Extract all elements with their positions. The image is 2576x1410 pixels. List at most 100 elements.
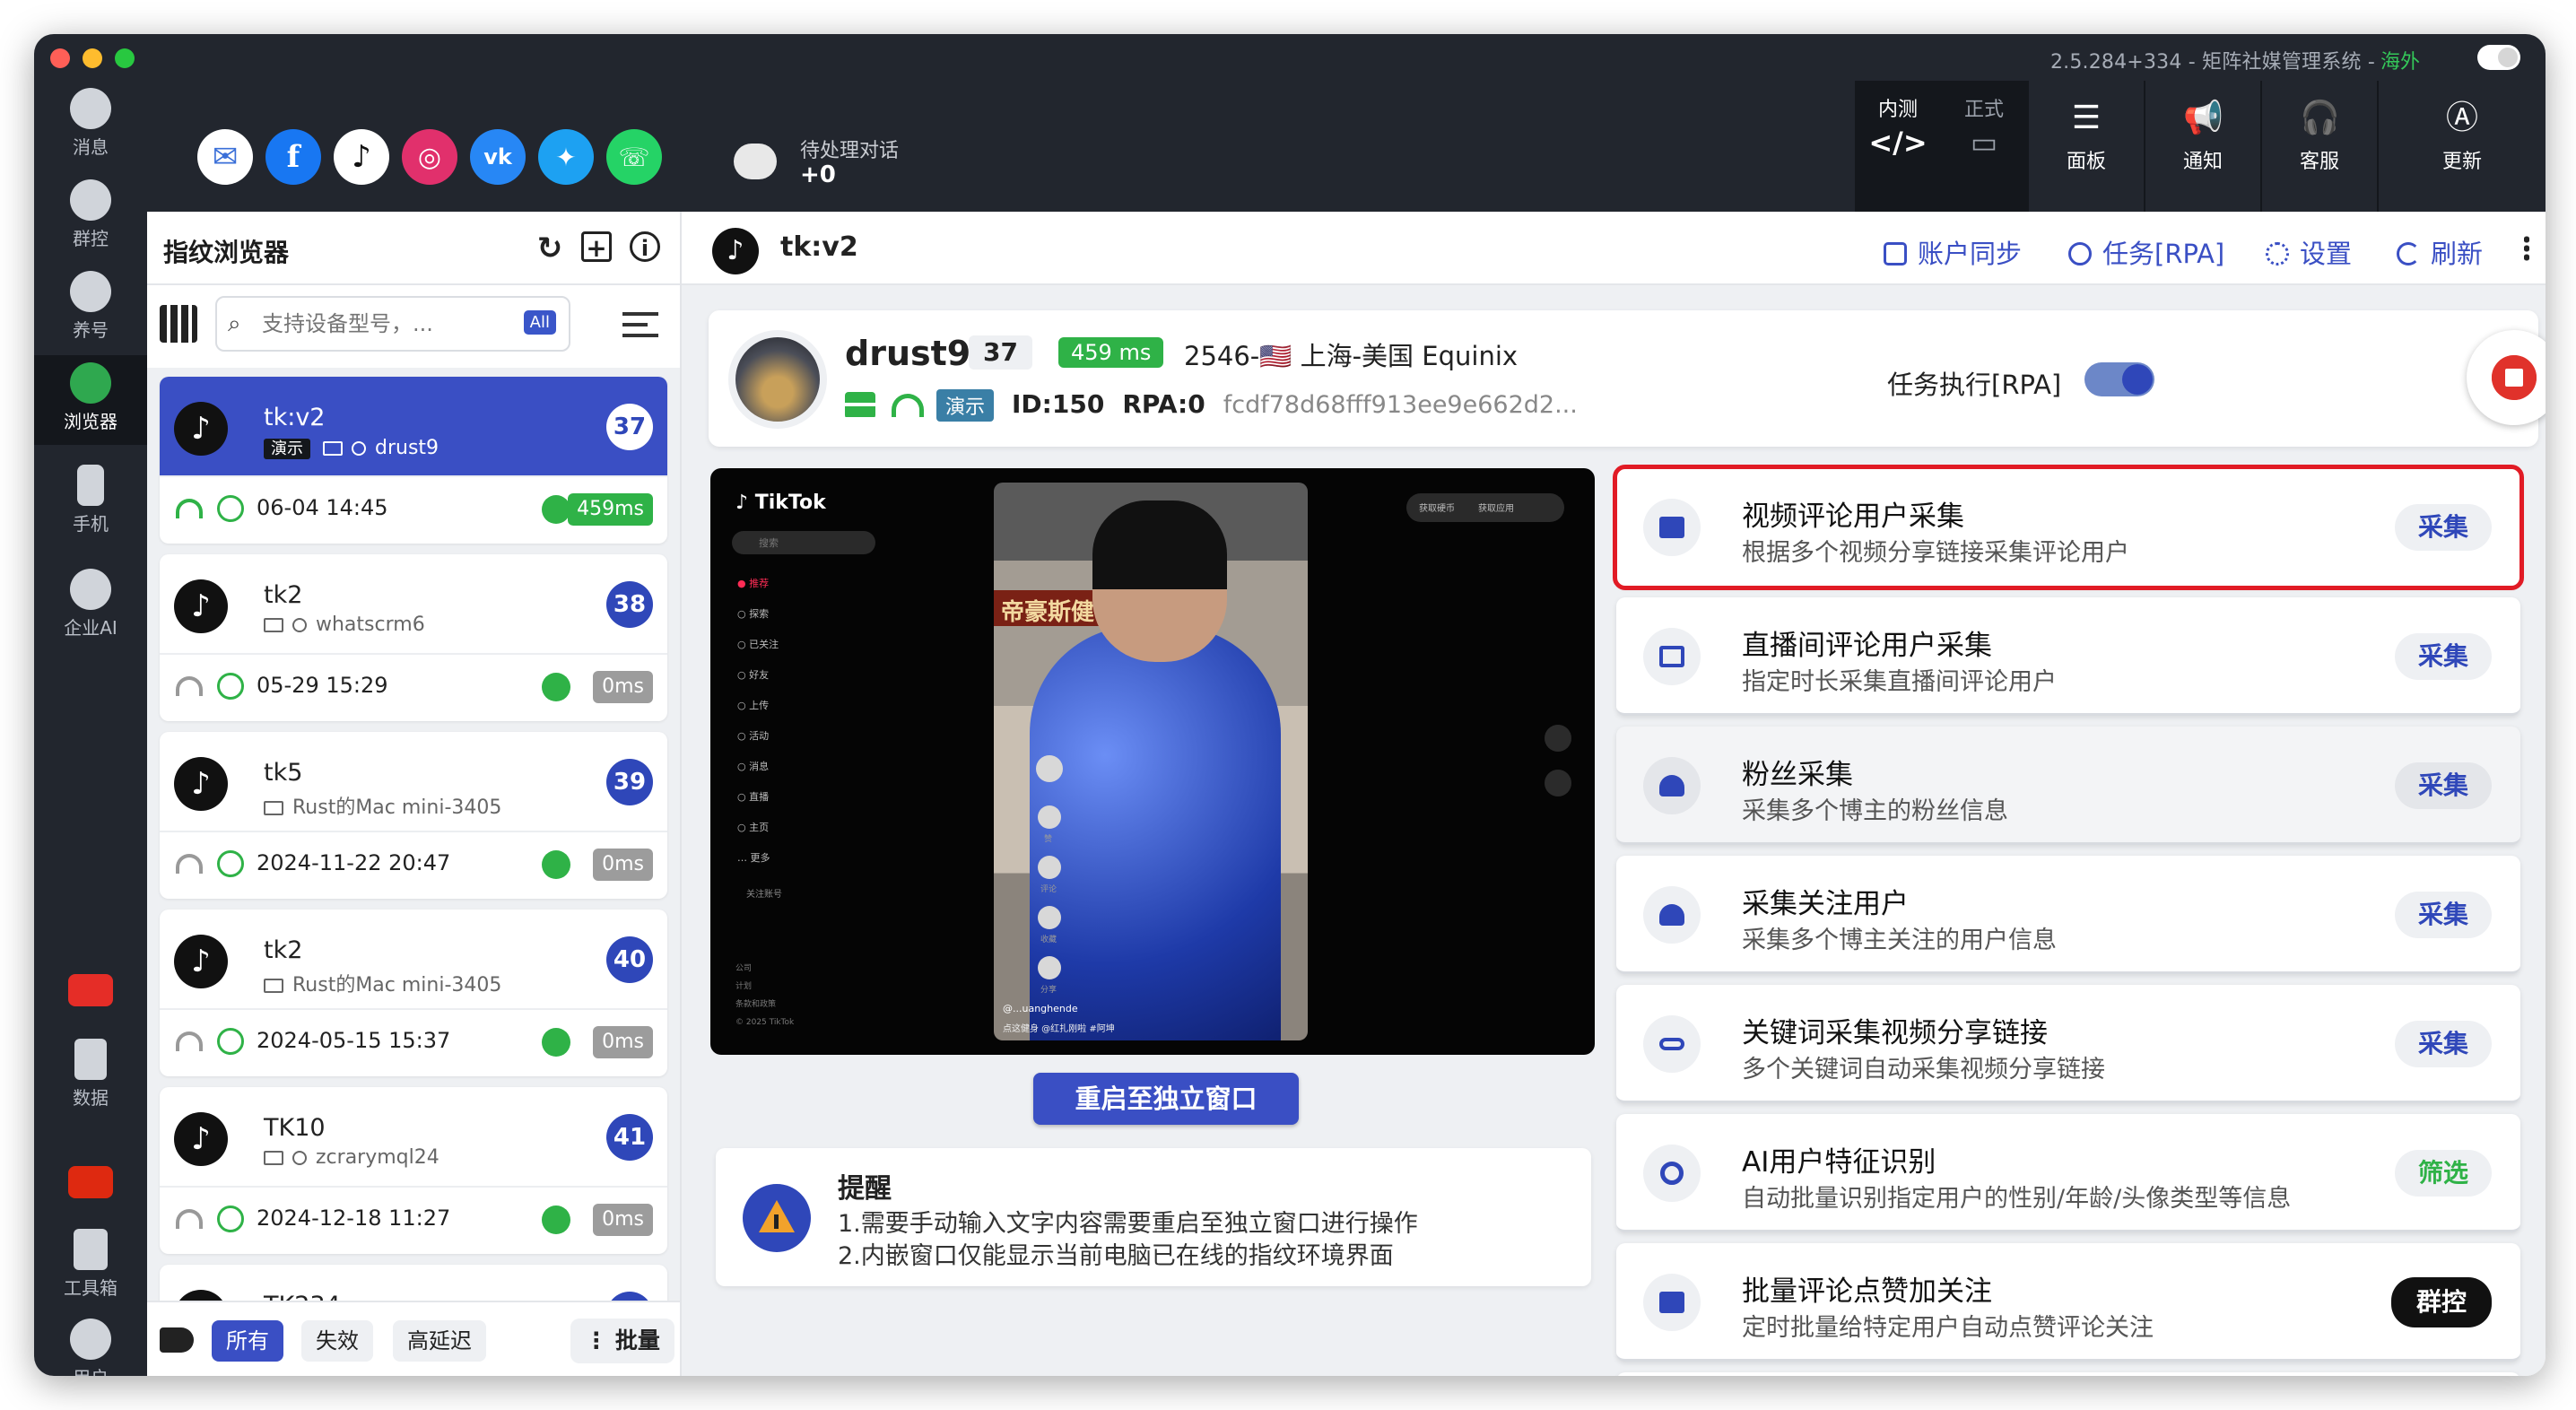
- nav-item-live[interactable]: ○ 直播: [737, 782, 779, 813]
- collect-button[interactable]: 采集: [2395, 762, 2492, 809]
- comment-icon[interactable]: [1038, 856, 1061, 879]
- chevron-up-icon[interactable]: [1545, 725, 1571, 752]
- maximize-window-button[interactable]: [115, 48, 135, 68]
- support-button[interactable]: 🎧 客服: [2260, 81, 2377, 212]
- twitter-icon[interactable]: ✦: [538, 129, 594, 185]
- group-control-button[interactable]: 群控: [2391, 1277, 2492, 1327]
- check-icon: [217, 850, 244, 877]
- close-window-button[interactable]: [50, 48, 70, 68]
- collect-button[interactable]: 采集: [2395, 892, 2492, 938]
- rail-item-nurture[interactable]: 养号: [34, 264, 147, 353]
- nav-item-more[interactable]: … 更多: [737, 843, 779, 874]
- filter-all-button[interactable]: 所有: [212, 1320, 283, 1362]
- rail-item-group-control[interactable]: 群控: [34, 172, 147, 262]
- filter-invalid-button[interactable]: 失效: [301, 1320, 373, 1362]
- account-sync-link[interactable]: 账户同步: [1884, 233, 2022, 271]
- account-card[interactable]: ♪ tk5 Rust的Mac mini-3405 39 2024-11-22 2…: [160, 732, 667, 899]
- account-card[interactable]: ♪ tk2 whatscrm6 38 05-29 15:29 0ms: [160, 554, 667, 721]
- account-card[interactable]: ♪ TK10 zcrarymql24 41 2024-12-18 11:27 0…: [160, 1087, 667, 1254]
- nav-item-messages[interactable]: ○ 消息: [737, 752, 779, 782]
- footer-link[interactable]: 公司: [735, 960, 794, 978]
- nav-item-profile[interactable]: ○ 主页: [737, 813, 779, 843]
- facebook-icon[interactable]: f: [265, 129, 321, 185]
- collect-button[interactable]: 采集: [2395, 633, 2492, 680]
- bookmark-icon[interactable]: [1038, 906, 1061, 929]
- filter-button[interactable]: 筛选: [2395, 1150, 2492, 1197]
- rail-item-browser[interactable]: 浏览器: [34, 355, 147, 445]
- task-rpa-link[interactable]: 任务[RPA]: [2068, 233, 2224, 271]
- mail-icon[interactable]: ✉: [197, 129, 253, 185]
- nav-item-explore[interactable]: ○ 探索: [737, 599, 779, 630]
- task-card-live-comments[interactable]: 直播间评论用户采集 指定时长采集直播间评论用户 采集: [1616, 597, 2520, 716]
- account-card[interactable]: ♪ tk2 Rust的Mac mini-3405 40 2024-05-15 1…: [160, 910, 667, 1076]
- tag-icon[interactable]: [160, 1327, 194, 1353]
- tiktok-icon[interactable]: ♪: [334, 129, 389, 185]
- env-test-button[interactable]: 内测 </>: [1855, 93, 1941, 160]
- task-card-fans[interactable]: 粉丝采集 采集多个博主的粉丝信息 采集: [1616, 727, 2520, 845]
- more-icon[interactable]: [2524, 235, 2529, 262]
- rail-item-data[interactable]: 数据: [34, 1031, 147, 1121]
- search-box: ⌕ All: [215, 296, 570, 352]
- tiktok-search-label: 搜索: [759, 537, 779, 549]
- get-coins-link[interactable]: 获取硬币: [1419, 500, 1455, 514]
- nav-item-upload[interactable]: ○ 上传: [737, 691, 779, 721]
- device-search-input[interactable]: [262, 309, 495, 339]
- account-card[interactable]: ♪ tk:v2 演示 drust9 37 06-04 14:45 459ms: [160, 377, 667, 544]
- creator-avatar-icon[interactable]: [1036, 755, 1063, 782]
- notify-button[interactable]: 📢 通知: [2144, 81, 2260, 212]
- video-subject: [1030, 626, 1281, 1040]
- rail-label: 消息: [73, 136, 109, 158]
- embedded-browser-preview[interactable]: ♪ TikTok 搜索 ● 推荐 ○ 探索 ○ 已关注 ○ 好友 ○ 上传 ○ …: [710, 468, 1595, 1055]
- chevron-down-icon[interactable]: [1545, 770, 1571, 796]
- nav-item-following[interactable]: ○ 已关注: [737, 630, 779, 660]
- china-flag-icon[interactable]: [68, 1166, 113, 1198]
- collect-button[interactable]: 采集: [2395, 1021, 2492, 1067]
- task-desc: 采集多个博主的粉丝信息: [1742, 797, 2008, 825]
- youtube-icon[interactable]: [68, 974, 113, 1006]
- stop-button[interactable]: [2467, 330, 2546, 425]
- whatsapp-icon[interactable]: ☏: [606, 129, 662, 185]
- refresh-icon[interactable]: ↻: [533, 231, 567, 265]
- add-icon[interactable]: +: [581, 231, 612, 263]
- rpa-toggle[interactable]: [2084, 362, 2154, 396]
- task-card-following[interactable]: 采集关注用户 采集多个博主关注的用户信息 采集: [1616, 856, 2520, 974]
- env-prod-button[interactable]: 正式 ▭: [1941, 93, 2027, 160]
- rail-item-toolbox[interactable]: 工具箱: [34, 1222, 147, 1311]
- settings-link[interactable]: 设置: [2266, 233, 2352, 271]
- refresh-link[interactable]: 刷新: [2397, 233, 2483, 271]
- task-card-video-comments[interactable]: 视频评论用户采集 根据多个视频分享链接采集评论用户 采集: [1613, 465, 2524, 590]
- rail-item-enterprise-ai[interactable]: 企业AI: [34, 561, 147, 651]
- nav-item-activity[interactable]: ○ 活动: [737, 721, 779, 752]
- all-badge[interactable]: All: [523, 310, 556, 335]
- update-button[interactable]: Ⓐ 更新: [2377, 81, 2546, 212]
- task-card-ai-features[interactable]: AI用户特征识别 自动批量识别指定用户的性别/年龄/头像类型等信息 筛选: [1616, 1114, 2520, 1232]
- footer-link[interactable]: 条款和政策: [735, 996, 794, 1014]
- bulk-button[interactable]: ⋮ 批量: [570, 1319, 674, 1363]
- rail-item-phone[interactable]: 手机: [34, 457, 147, 547]
- tiktok-search[interactable]: 搜索: [732, 531, 875, 554]
- collect-button[interactable]: 采集: [2395, 504, 2492, 551]
- heart-icon[interactable]: [1038, 805, 1061, 829]
- minimize-window-button[interactable]: [83, 48, 102, 68]
- vk-icon[interactable]: vk: [470, 129, 526, 185]
- comment-icon: [1643, 499, 1701, 556]
- panel-button[interactable]: ☰ 面板: [2027, 81, 2144, 212]
- rail-item-user[interactable]: 用户: [34, 1311, 147, 1376]
- instagram-icon[interactable]: ◎: [402, 129, 457, 185]
- get-app-link[interactable]: 获取应用: [1478, 500, 1514, 514]
- share-icon[interactable]: [1038, 956, 1061, 979]
- sort-icon[interactable]: [622, 312, 658, 337]
- nav-item-friends[interactable]: ○ 好友: [737, 660, 779, 691]
- globe-status-icon: [542, 850, 570, 879]
- task-card-bulk-like-follow[interactable]: 批量评论点赞加关注 定时批量给特定用户自动点赞评论关注 群控: [1616, 1243, 2520, 1362]
- restart-window-button[interactable]: 重启至独立窗口: [1033, 1073, 1299, 1125]
- theme-toggle[interactable]: [2477, 45, 2520, 70]
- rail-item-message[interactable]: 消息: [34, 81, 147, 170]
- footer-link[interactable]: 计划: [735, 978, 794, 996]
- nav-item-recommend[interactable]: ● 推荐: [737, 569, 779, 599]
- task-card-keyword-links[interactable]: 关键词采集视频分享链接 多个关键词自动采集视频分享链接 采集: [1616, 985, 2520, 1103]
- filter-high-latency-button[interactable]: 高延迟: [393, 1320, 486, 1362]
- profile-details: 演示 ID:150 RPA:0 fcdf78d68fff913ee9e662d2...: [845, 389, 1578, 425]
- info-icon[interactable]: i: [630, 231, 660, 262]
- qr-code-icon[interactable]: [160, 305, 197, 343]
